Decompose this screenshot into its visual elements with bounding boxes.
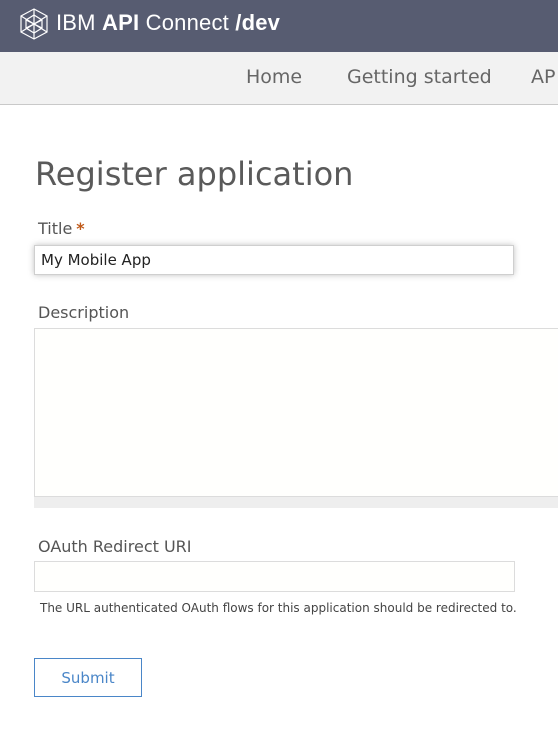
brand-prefix: IBM <box>56 10 96 35</box>
page-title: Register application <box>35 155 354 193</box>
nav-item-home[interactable]: Home <box>246 66 302 88</box>
brand-bold: API <box>102 10 140 35</box>
oauth-redirect-uri-help: The URL authenticated OAuth flows for th… <box>40 601 517 615</box>
brand-title[interactable]: IBM API Connect /dev <box>56 10 280 36</box>
oauth-redirect-uri-label: OAuth Redirect URI <box>38 537 192 556</box>
nav-item-getting-started[interactable]: Getting started <box>347 66 492 88</box>
required-marker: * <box>76 219 85 238</box>
brand-suffix: Connect <box>145 10 229 35</box>
main-navigation: Home Getting started AP <box>0 52 558 105</box>
title-label-text: Title <box>38 219 73 238</box>
title-input[interactable] <box>34 245 514 275</box>
brand-path: /dev <box>235 10 281 35</box>
ibm-globe-icon[interactable] <box>16 6 52 42</box>
oauth-redirect-uri-input[interactable] <box>34 561 515 592</box>
top-header-bar: IBM API Connect /dev <box>0 0 558 52</box>
description-field-label: Description <box>38 303 130 322</box>
title-field-label: Title * <box>38 219 85 238</box>
description-textarea[interactable] <box>34 328 558 508</box>
nav-item-apis[interactable]: AP <box>531 66 555 88</box>
submit-button[interactable]: Submit <box>34 658 142 697</box>
description-horizontal-scrollbar[interactable] <box>34 496 558 508</box>
